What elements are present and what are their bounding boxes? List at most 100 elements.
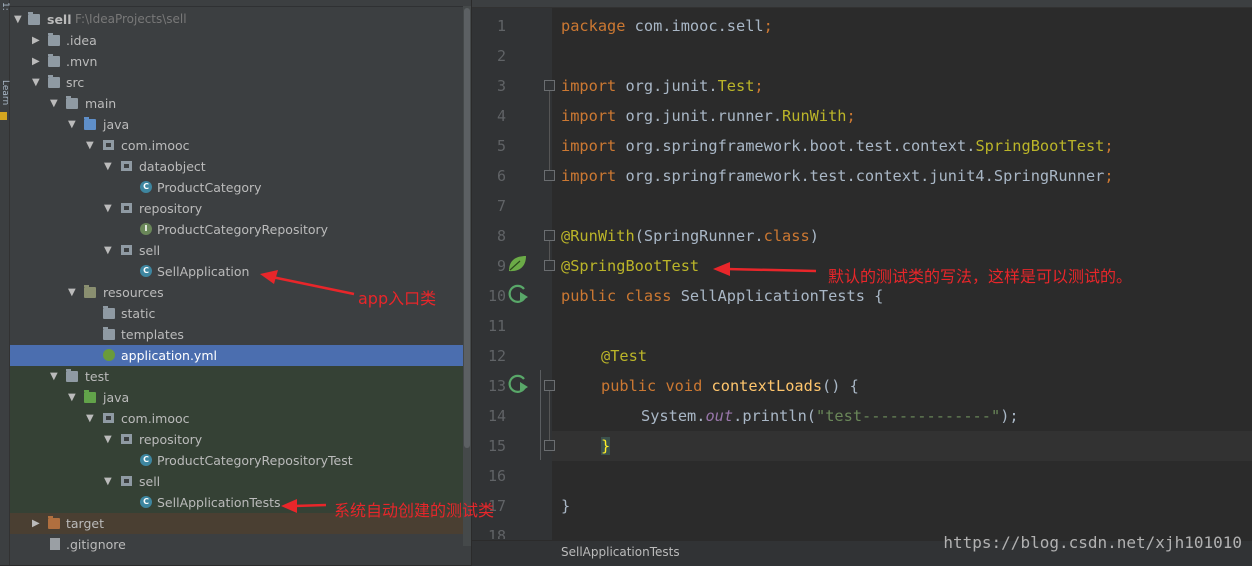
scrollbar-thumb[interactable] xyxy=(464,8,470,448)
watermark: https://blog.csdn.net/xjh101010 xyxy=(943,533,1242,552)
tree-item[interactable]: templates xyxy=(10,324,471,345)
expand-icon[interactable]: ▼ xyxy=(104,429,114,450)
tree-item[interactable]: ▼ main xyxy=(10,93,471,114)
arrow-icon xyxy=(713,262,817,276)
tree-label: .gitignore xyxy=(66,537,126,552)
tree-label: java xyxy=(103,390,130,405)
tree-root[interactable]: ▼ sell F:\IdeaProjects\sell xyxy=(10,9,471,30)
project-scrollbar[interactable] xyxy=(463,6,471,546)
tree-item[interactable]: I ProductCategoryRepository xyxy=(10,219,471,240)
expand-icon[interactable]: ▼ xyxy=(104,156,114,177)
code-line-6[interactable]: import org.springframework.test.context.… xyxy=(561,167,1114,185)
code-line-15[interactable]: } xyxy=(601,437,611,455)
tree-item-selected[interactable]: application.yml xyxy=(10,345,471,366)
tree-label: ProductCategory xyxy=(157,180,262,195)
code-line-4[interactable]: import org.junit.runner.RunWith; xyxy=(561,107,856,125)
tree-label: .mvn xyxy=(66,54,98,69)
tree-item[interactable]: C ProductCategory xyxy=(10,177,471,198)
tree-item[interactable]: ▼ sell xyxy=(10,471,471,492)
folder-icon xyxy=(48,33,60,46)
code-line-5[interactable]: import org.springframework.boot.test.con… xyxy=(561,137,1114,155)
line-number: 1 xyxy=(496,17,506,35)
line-number: 15 xyxy=(487,437,506,455)
expand-icon[interactable]: ▼ xyxy=(50,93,60,114)
tree-item[interactable]: ▼ com.imooc xyxy=(10,408,471,429)
line-number: 8 xyxy=(496,227,506,245)
breadcrumb[interactable]: SellApplicationTests xyxy=(561,540,680,565)
learn-tool-tab[interactable]: Learn xyxy=(0,80,10,108)
tree-item[interactable]: ▼ repository xyxy=(10,429,471,450)
code-line-1[interactable]: package com.imooc.sell; xyxy=(561,17,773,35)
collapse-icon[interactable]: ▶ xyxy=(32,513,42,534)
fold-marker-icon[interactable] xyxy=(544,230,555,241)
run-test-icon[interactable] xyxy=(506,283,530,305)
line-number: 4 xyxy=(496,107,506,125)
code-line-9[interactable]: @SpringBootTest xyxy=(561,257,699,275)
tree-item[interactable]: ▼ java xyxy=(10,114,471,135)
fold-marker-icon[interactable] xyxy=(544,80,555,91)
project-tool-tab[interactable]: 1: Project xyxy=(0,2,10,22)
collapse-icon[interactable]: ▶ xyxy=(32,30,42,51)
expand-icon[interactable]: ▼ xyxy=(86,408,96,429)
fold-marker-icon[interactable] xyxy=(544,170,555,181)
tree-item[interactable]: ▶ .mvn xyxy=(10,51,471,72)
expand-icon[interactable]: ▼ xyxy=(14,9,24,30)
tree-item[interactable]: ▼ dataobject xyxy=(10,156,471,177)
tree-label: repository xyxy=(139,201,203,216)
expand-icon[interactable]: ▼ xyxy=(68,282,78,303)
file-icon xyxy=(50,538,60,550)
tree-item[interactable]: ▼ java xyxy=(10,387,471,408)
package-icon xyxy=(121,161,132,171)
line-number: 18 xyxy=(487,527,506,539)
fold-marker-icon[interactable] xyxy=(544,380,555,391)
arrow-icon xyxy=(281,499,327,513)
folder-icon xyxy=(48,75,60,88)
expand-icon[interactable]: ▼ xyxy=(32,72,42,93)
expand-icon[interactable]: ▼ xyxy=(50,366,60,387)
expand-icon[interactable]: ▼ xyxy=(68,387,78,408)
expand-icon[interactable]: ▼ xyxy=(104,240,114,261)
expand-icon[interactable]: ▼ xyxy=(68,114,78,135)
line-number: 16 xyxy=(487,467,506,485)
source-folder-icon xyxy=(84,117,96,130)
folder-icon xyxy=(103,306,115,319)
fold-guide xyxy=(549,91,550,171)
tree-item[interactable]: ▼ src xyxy=(10,72,471,93)
code-line-13[interactable]: public void contextLoads() { xyxy=(601,377,859,395)
fold-marker-icon[interactable] xyxy=(544,440,555,451)
code-line-3[interactable]: import org.junit.Test; xyxy=(561,77,764,95)
line-number: 10 xyxy=(487,287,506,305)
interface-icon: I xyxy=(140,223,152,235)
tree-item[interactable]: C SellApplication xyxy=(10,261,471,282)
folder-icon xyxy=(66,369,78,382)
run-test-icon[interactable] xyxy=(506,373,530,395)
expand-icon[interactable]: ▼ xyxy=(86,135,96,156)
fold-guide xyxy=(549,241,550,261)
tree-item[interactable]: ▼ repository xyxy=(10,198,471,219)
package-icon xyxy=(103,140,114,150)
tree-label: SellApplicationTests xyxy=(157,495,281,510)
spring-bean-icon[interactable] xyxy=(506,254,528,274)
tree-item[interactable]: .gitignore xyxy=(10,534,471,555)
test-class-icon: C xyxy=(140,496,152,508)
expand-icon[interactable]: ▼ xyxy=(104,471,114,492)
class-icon: C xyxy=(140,181,152,193)
tree-item[interactable]: ▼ com.imooc xyxy=(10,135,471,156)
tree-item[interactable]: ▼ sell xyxy=(10,240,471,261)
code-line-8[interactable]: @RunWith(SpringRunner.class) xyxy=(561,227,819,245)
fold-marker-icon[interactable] xyxy=(544,260,555,271)
collapse-icon[interactable]: ▶ xyxy=(32,51,42,72)
expand-icon[interactable]: ▼ xyxy=(104,198,114,219)
yaml-file-icon xyxy=(103,349,115,361)
tree-item[interactable]: ▼ test xyxy=(10,366,471,387)
code-line-10[interactable]: public class SellApplicationTests { xyxy=(561,287,883,305)
editor-tabs-bar[interactable] xyxy=(472,0,1252,8)
code-line-12[interactable]: @Test xyxy=(601,347,647,365)
package-icon xyxy=(121,434,132,444)
code-line-14[interactable]: System.out.println("test--------------")… xyxy=(641,407,1019,425)
tree-item[interactable]: ▶ .idea xyxy=(10,30,471,51)
tree-item[interactable]: C ProductCategoryRepositoryTest xyxy=(10,450,471,471)
code-line-17[interactable]: } xyxy=(561,497,570,515)
line-number: 12 xyxy=(487,347,506,365)
test-class-icon: C xyxy=(140,454,152,466)
